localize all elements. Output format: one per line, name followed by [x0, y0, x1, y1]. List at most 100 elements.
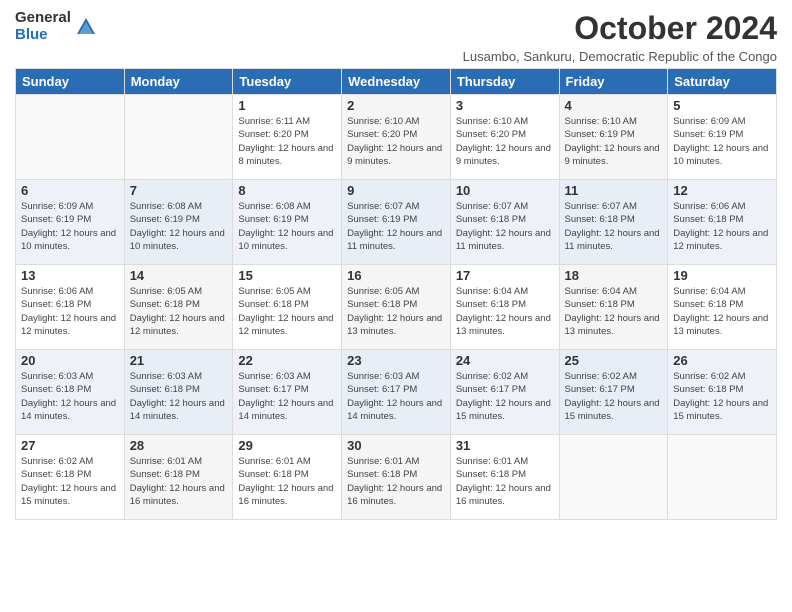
day-number: 9: [347, 183, 445, 198]
table-row: 29Sunrise: 6:01 AM Sunset: 6:18 PM Dayli…: [233, 435, 342, 520]
day-info: Sunrise: 6:01 AM Sunset: 6:18 PM Dayligh…: [347, 455, 445, 508]
day-info: Sunrise: 6:04 AM Sunset: 6:18 PM Dayligh…: [673, 285, 771, 338]
page-header: General Blue October 2024 Lusambo, Sanku…: [15, 10, 777, 64]
table-row: 15 Sunrise: 6:05 AM Sunset: 6:18 PM Dayli…: [233, 265, 342, 350]
table-row: 18 Sunrise: 6:04 AM Sunset: 6:18 PM Dayli…: [559, 265, 668, 350]
col-tuesday: Tuesday: [233, 69, 342, 95]
day-number: 20: [21, 353, 119, 368]
col-saturday: Saturday: [668, 69, 777, 95]
day-info: Sunrise: 6:02 AM Sunset: 6:18 PM Dayligh…: [21, 455, 119, 508]
day-info: Sunrise: 6:10 AM Sunset: 6:20 PM Dayligh…: [456, 115, 554, 168]
table-row: 9Sunrise: 6:07 AM Sunset: 6:19 PM Daylig…: [342, 180, 451, 265]
table-row: 6 Sunrise: 6:09 AM Sunset: 6:19 PM Daylig…: [16, 180, 125, 265]
table-row: 4 Sunrise: 6:10 AM Sunset: 6:19 PM Daylig…: [559, 95, 668, 180]
table-row: 16 Sunrise: 6:05 AM Sunset: 6:18 PM Dayli…: [342, 265, 451, 350]
col-wednesday: Wednesday: [342, 69, 451, 95]
day-info: Sunrise: 6:06 AM Sunset: 6:18 PM Dayligh…: [673, 200, 771, 253]
table-row: [16, 95, 125, 180]
day-info: Sunrise: 6:09 AM Sunset: 6:19 PM Dayligh…: [21, 200, 119, 253]
day-number: 10: [456, 183, 554, 198]
table-row: 28Sunrise: 6:01 AM Sunset: 6:18 PM Dayli…: [124, 435, 233, 520]
table-row: [559, 435, 668, 520]
table-row: 25Sunrise: 6:02 AM Sunset: 6:17 PM Dayli…: [559, 350, 668, 435]
logo-icon: [75, 16, 97, 38]
day-number: 25: [565, 353, 663, 368]
day-info: Sunrise: 6:07 AM Sunset: 6:18 PM Dayligh…: [456, 200, 554, 253]
day-info: Sunrise: 6:05 AM Sunset: 6:18 PM Dayligh…: [238, 285, 336, 338]
location-subtitle: Lusambo, Sankuru, Democratic Republic of…: [463, 49, 777, 64]
logo-blue: Blue: [15, 27, 71, 44]
table-row: 21 Sunrise: 6:03 AM Sunset: 6:18 PM Dayli…: [124, 350, 233, 435]
day-info: Sunrise: 6:05 AM Sunset: 6:18 PM Dayligh…: [347, 285, 445, 338]
day-number: 15: [238, 268, 336, 283]
calendar-week-row: 6 Sunrise: 6:09 AM Sunset: 6:19 PM Daylig…: [16, 180, 777, 265]
day-number: 19: [673, 268, 771, 283]
calendar-table: Sunday Monday Tuesday Wednesday Thursday…: [15, 68, 777, 520]
day-number: 8: [238, 183, 336, 198]
day-number: 24: [456, 353, 554, 368]
table-row: 13Sunrise: 6:06 AM Sunset: 6:18 PM Dayli…: [16, 265, 125, 350]
table-row: 17 Sunrise: 6:04 AM Sunset: 6:18 PM Dayli…: [450, 265, 559, 350]
day-info: Sunrise: 6:08 AM Sunset: 6:19 PM Dayligh…: [130, 200, 228, 253]
table-row: 7 Sunrise: 6:08 AM Sunset: 6:19 PM Daylig…: [124, 180, 233, 265]
day-info: Sunrise: 6:04 AM Sunset: 6:18 PM Dayligh…: [565, 285, 663, 338]
col-monday: Monday: [124, 69, 233, 95]
table-row: [124, 95, 233, 180]
day-number: 26: [673, 353, 771, 368]
day-number: 4: [565, 98, 663, 113]
day-info: Sunrise: 6:11 AM Sunset: 6:20 PM Dayligh…: [238, 115, 336, 168]
table-row: 19 Sunrise: 6:04 AM Sunset: 6:18 PM Dayli…: [668, 265, 777, 350]
day-number: 2: [347, 98, 445, 113]
calendar-page: General Blue October 2024 Lusambo, Sanku…: [0, 0, 792, 612]
day-number: 23: [347, 353, 445, 368]
day-number: 16: [347, 268, 445, 283]
day-info: Sunrise: 6:10 AM Sunset: 6:19 PM Dayligh…: [565, 115, 663, 168]
calendar-header-row: Sunday Monday Tuesday Wednesday Thursday…: [16, 69, 777, 95]
logo: General Blue: [15, 10, 97, 43]
day-number: 11: [565, 183, 663, 198]
day-info: Sunrise: 6:08 AM Sunset: 6:19 PM Dayligh…: [238, 200, 336, 253]
title-section: October 2024 Lusambo, Sankuru, Democrati…: [463, 10, 777, 64]
table-row: 11Sunrise: 6:07 AM Sunset: 6:18 PM Dayli…: [559, 180, 668, 265]
day-info: Sunrise: 6:03 AM Sunset: 6:17 PM Dayligh…: [347, 370, 445, 423]
day-number: 29: [238, 438, 336, 453]
day-number: 3: [456, 98, 554, 113]
day-number: 1: [238, 98, 336, 113]
table-row: 3 Sunrise: 6:10 AM Sunset: 6:20 PM Daylig…: [450, 95, 559, 180]
day-number: 6: [21, 183, 119, 198]
day-info: Sunrise: 6:10 AM Sunset: 6:20 PM Dayligh…: [347, 115, 445, 168]
day-info: Sunrise: 6:03 AM Sunset: 6:18 PM Dayligh…: [130, 370, 228, 423]
table-row: 23 Sunrise: 6:03 AM Sunset: 6:17 PM Dayli…: [342, 350, 451, 435]
day-number: 5: [673, 98, 771, 113]
logo-general: General: [15, 10, 71, 27]
day-number: 18: [565, 268, 663, 283]
table-row: 22 Sunrise: 6:03 AM Sunset: 6:17 PM Dayli…: [233, 350, 342, 435]
day-info: Sunrise: 6:03 AM Sunset: 6:17 PM Dayligh…: [238, 370, 336, 423]
day-number: 21: [130, 353, 228, 368]
day-number: 17: [456, 268, 554, 283]
day-number: 27: [21, 438, 119, 453]
calendar-week-row: 20 Sunrise: 6:03 AM Sunset: 6:18 PM Dayli…: [16, 350, 777, 435]
day-info: Sunrise: 6:02 AM Sunset: 6:18 PM Dayligh…: [673, 370, 771, 423]
table-row: 20 Sunrise: 6:03 AM Sunset: 6:18 PM Dayli…: [16, 350, 125, 435]
table-row: 14Sunrise: 6:05 AM Sunset: 6:18 PM Dayli…: [124, 265, 233, 350]
table-row: 8 Sunrise: 6:08 AM Sunset: 6:19 PM Daylig…: [233, 180, 342, 265]
table-row: 31Sunrise: 6:01 AM Sunset: 6:18 PM Dayli…: [450, 435, 559, 520]
day-number: 22: [238, 353, 336, 368]
day-number: 7: [130, 183, 228, 198]
calendar-week-row: 13Sunrise: 6:06 AM Sunset: 6:18 PM Dayli…: [16, 265, 777, 350]
table-row: 10 Sunrise: 6:07 AM Sunset: 6:18 PM Dayli…: [450, 180, 559, 265]
col-thursday: Thursday: [450, 69, 559, 95]
day-info: Sunrise: 6:06 AM Sunset: 6:18 PM Dayligh…: [21, 285, 119, 338]
day-info: Sunrise: 6:05 AM Sunset: 6:18 PM Dayligh…: [130, 285, 228, 338]
day-info: Sunrise: 6:04 AM Sunset: 6:18 PM Dayligh…: [456, 285, 554, 338]
day-info: Sunrise: 6:03 AM Sunset: 6:18 PM Dayligh…: [21, 370, 119, 423]
day-info: Sunrise: 6:01 AM Sunset: 6:18 PM Dayligh…: [456, 455, 554, 508]
day-number: 30: [347, 438, 445, 453]
table-row: 24Sunrise: 6:02 AM Sunset: 6:17 PM Dayli…: [450, 350, 559, 435]
table-row: 5 Sunrise: 6:09 AM Sunset: 6:19 PM Daylig…: [668, 95, 777, 180]
table-row: 27 Sunrise: 6:02 AM Sunset: 6:18 PM Dayli…: [16, 435, 125, 520]
day-info: Sunrise: 6:09 AM Sunset: 6:19 PM Dayligh…: [673, 115, 771, 168]
table-row: 2 Sunrise: 6:10 AM Sunset: 6:20 PM Daylig…: [342, 95, 451, 180]
calendar-week-row: 1 Sunrise: 6:11 AM Sunset: 6:20 PM Daylig…: [16, 95, 777, 180]
